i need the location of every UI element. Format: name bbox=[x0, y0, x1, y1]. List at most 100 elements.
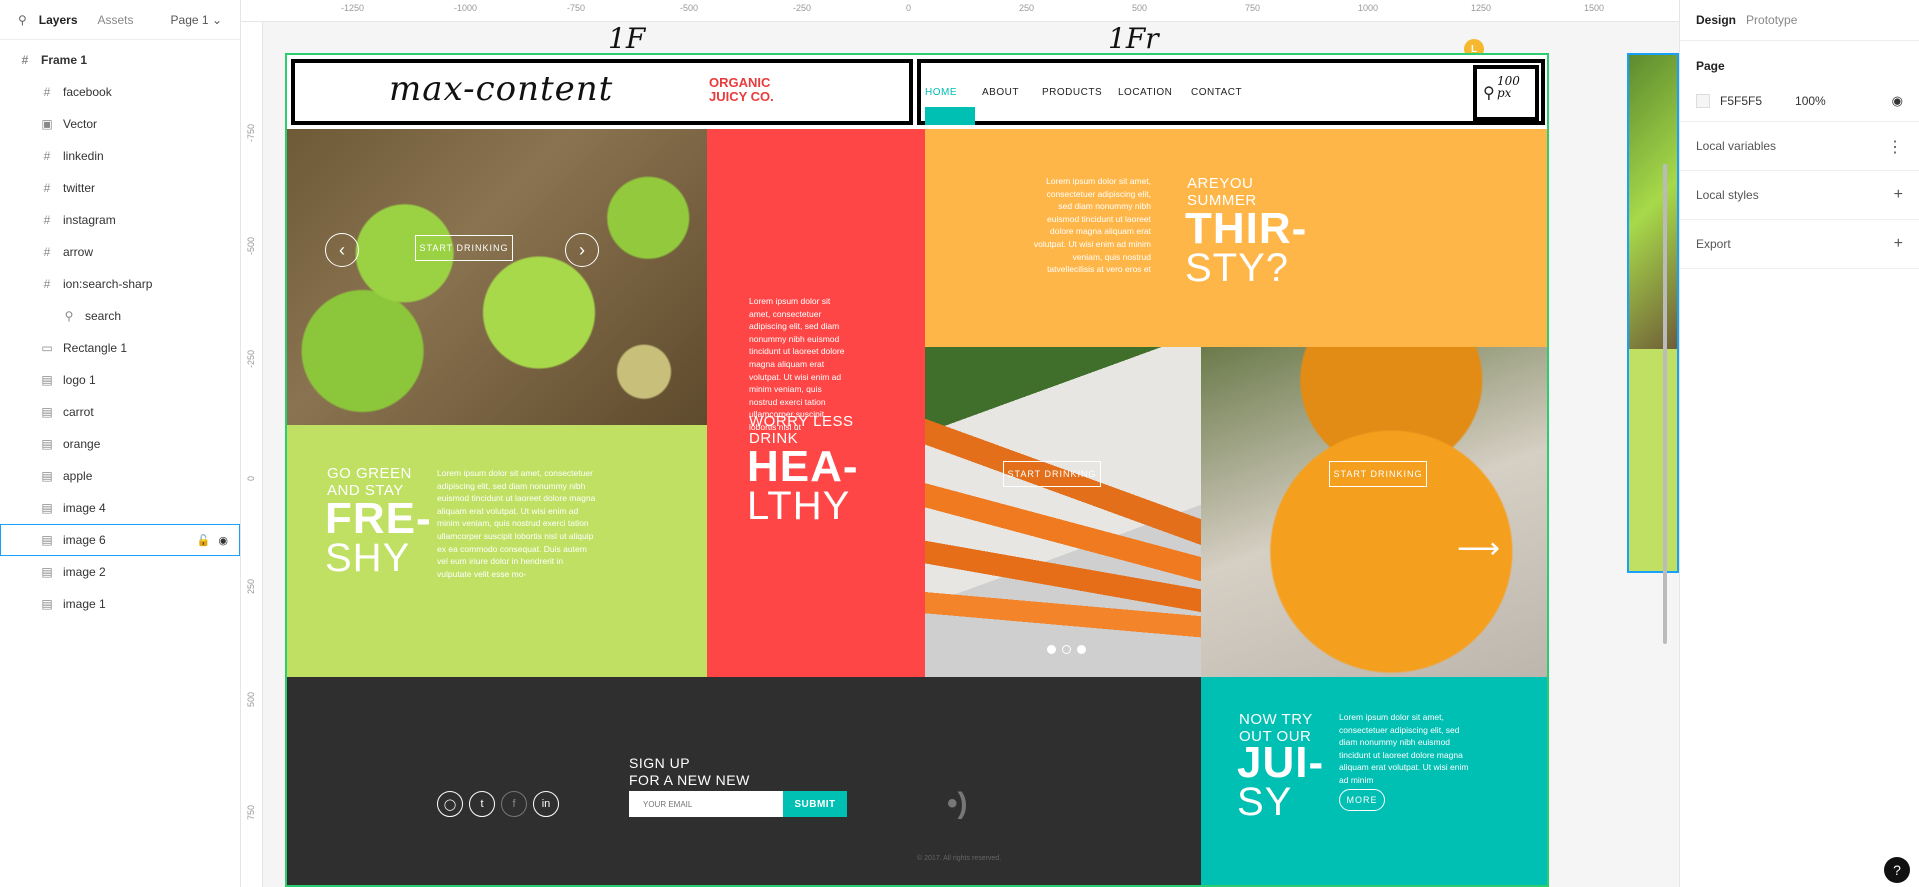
start-drinking-button-orange[interactable]: START DRINKING bbox=[1329, 461, 1427, 487]
prev-arrow-icon[interactable]: ‹ bbox=[325, 233, 359, 267]
ruler-tick: 1500 bbox=[1584, 3, 1605, 13]
layer-row[interactable]: ▤ image 2 bbox=[0, 556, 240, 588]
layer-row[interactable]: ▤ image 1 bbox=[0, 588, 240, 620]
layer-row[interactable]: # arrow bbox=[0, 236, 240, 268]
search-button[interactable]: ⚲ 100 px bbox=[1473, 65, 1539, 121]
right-panel-tabs: Design Prototype bbox=[1680, 0, 1919, 40]
nav-home[interactable]: HOME bbox=[925, 87, 957, 98]
more-button[interactable]: MORE bbox=[1339, 789, 1385, 811]
local-variables-title[interactable]: Local variables bbox=[1696, 122, 1903, 170]
ruler-tick: -250 bbox=[246, 349, 256, 368]
brand-line-2: JUICY CO. bbox=[709, 89, 774, 104]
healthy-heading-2: LTHY bbox=[747, 484, 851, 528]
next-arrow-icon[interactable]: › bbox=[565, 233, 599, 267]
ruler-tick: -750 bbox=[567, 3, 586, 13]
image-icon: ▤ bbox=[41, 405, 53, 419]
subhead-line-1: WORRY LESS bbox=[749, 413, 854, 430]
linkedin-icon[interactable]: in bbox=[533, 791, 559, 817]
column-annotation-1fr-left: 1F bbox=[608, 22, 646, 55]
layer-row[interactable]: # instagram bbox=[0, 204, 240, 236]
nav-about[interactable]: ABOUT bbox=[982, 87, 1019, 98]
slider-dot[interactable] bbox=[1047, 645, 1056, 654]
signup-heading: SIGN UP FOR A NEW NEW bbox=[629, 755, 750, 789]
eye-icon[interactable]: ◉ bbox=[218, 534, 228, 547]
layer-label: image 1 bbox=[63, 597, 106, 611]
page-color-row[interactable]: F5F5F5 100% ◉ bbox=[1696, 81, 1903, 121]
next-arrow-icon[interactable]: ⟶ bbox=[1457, 531, 1500, 566]
layer-row[interactable]: ▤ logo 1 bbox=[0, 364, 240, 396]
logo-box[interactable]: max-content ORGANIC JUICY CO. bbox=[291, 59, 913, 125]
export-section: Export + bbox=[1680, 219, 1919, 269]
juicy-tile: NOW TRY OUT OUR JUI- SY Lorem ipsum dolo… bbox=[1201, 677, 1547, 885]
layer-label: arrow bbox=[63, 245, 94, 259]
thirsty-heading-2: STY? bbox=[1185, 246, 1290, 290]
layer-row[interactable]: ⚲ search bbox=[0, 300, 240, 332]
facebook-icon[interactable]: f bbox=[501, 791, 527, 817]
instagram-icon[interactable]: ◯ bbox=[437, 791, 463, 817]
add-style-icon[interactable]: + bbox=[1894, 186, 1903, 204]
ruler-tick: 250 bbox=[1019, 3, 1035, 13]
tab-layers[interactable]: Layers bbox=[39, 13, 78, 27]
image-icon: ▤ bbox=[41, 597, 53, 611]
color-swatch[interactable] bbox=[1696, 94, 1710, 108]
slider-dot[interactable] bbox=[1077, 645, 1086, 654]
page-selector-label: Page 1 bbox=[170, 12, 209, 27]
layer-row[interactable]: # Frame 1 bbox=[0, 44, 240, 76]
brand-logo[interactable]: ORGANIC JUICY CO. bbox=[709, 76, 774, 104]
tab-prototype[interactable]: Prototype bbox=[1746, 13, 1797, 27]
layer-row[interactable]: ▤ orange bbox=[0, 428, 240, 460]
layer-label: Frame 1 bbox=[41, 53, 88, 67]
layer-list: # Frame 1 # facebook ▣ Vector # linkedin # twitte… bbox=[0, 40, 240, 620]
layer-row[interactable]: # twitter bbox=[0, 172, 240, 204]
layer-row[interactable]: # facebook bbox=[0, 76, 240, 108]
nav-location[interactable]: LOCATION bbox=[1118, 87, 1172, 98]
submit-button[interactable]: SUBMIT bbox=[783, 791, 847, 817]
unlock-icon[interactable]: 🔓 bbox=[197, 534, 211, 547]
layer-row[interactable]: ▤ image 6 🔓 ◉ bbox=[0, 524, 240, 556]
frame-icon: # bbox=[21, 53, 29, 67]
freshy-heading-2: SHY bbox=[325, 536, 411, 580]
local-styles-title[interactable]: Local styles bbox=[1696, 171, 1903, 219]
layer-label: search bbox=[85, 309, 122, 323]
page-selector[interactable]: Page 1 ⌄ bbox=[171, 13, 222, 27]
scrollbar[interactable] bbox=[1663, 164, 1667, 644]
layers-search-icon[interactable]: ⚲ bbox=[18, 13, 27, 27]
layer-label: twitter bbox=[63, 181, 96, 195]
layer-row[interactable]: ▤ image 4 bbox=[0, 492, 240, 524]
add-export-icon[interactable]: + bbox=[1894, 235, 1903, 253]
layer-row[interactable]: # ion:search-sharp bbox=[0, 268, 240, 300]
start-drinking-button-carrot[interactable]: START DRINKING bbox=[1003, 461, 1101, 487]
orange-image: START DRINKING ⟶ bbox=[1201, 347, 1547, 677]
eye-icon[interactable]: ◉ bbox=[1892, 93, 1903, 109]
slider-dot[interactable] bbox=[1062, 645, 1071, 654]
canvas[interactable]: 1F 1Fr L max-content ORGANIC JUICY CO. H… bbox=[263, 22, 1679, 887]
tab-design[interactable]: Design bbox=[1696, 13, 1736, 27]
image-icon: ▤ bbox=[41, 565, 53, 579]
layer-row[interactable]: ▤ apple bbox=[0, 460, 240, 492]
layer-row[interactable]: ▣ Vector bbox=[0, 108, 240, 140]
subhead-line-1: NOW TRY bbox=[1239, 711, 1313, 728]
layer-row[interactable]: ▤ carrot bbox=[0, 396, 240, 428]
start-drinking-button-apple[interactable]: START DRINKING bbox=[415, 235, 513, 261]
layer-row[interactable]: ▭ Rectangle 1 bbox=[0, 332, 240, 364]
help-button[interactable]: ? bbox=[1884, 857, 1910, 883]
page-color-value[interactable]: F5F5F5 bbox=[1720, 94, 1762, 108]
subhead-line-1: AREYOU bbox=[1187, 175, 1254, 192]
variables-settings-icon[interactable]: ⋮ bbox=[1887, 137, 1903, 157]
layer-row[interactable]: # linkedin bbox=[0, 140, 240, 172]
frame-1[interactable]: max-content ORGANIC JUICY CO. HOME ABOUT… bbox=[285, 53, 1549, 887]
layer-label: carrot bbox=[63, 405, 94, 419]
tab-assets[interactable]: Assets bbox=[98, 13, 134, 27]
signup-line-2: FOR A NEW NEW bbox=[629, 772, 750, 788]
layer-actions: 🔓 ◉ bbox=[197, 534, 228, 547]
email-field[interactable] bbox=[629, 791, 783, 817]
chevron-down-icon: ⌄ bbox=[211, 12, 222, 27]
nav-contact[interactable]: CONTACT bbox=[1191, 87, 1242, 98]
page-opacity-value[interactable]: 100% bbox=[1795, 94, 1826, 108]
brand-line-1: ORGANIC bbox=[709, 75, 771, 90]
ruler-tick: 0 bbox=[246, 475, 256, 481]
export-title[interactable]: Export bbox=[1696, 220, 1903, 268]
frame-preview[interactable] bbox=[1627, 53, 1679, 573]
twitter-icon[interactable]: t bbox=[469, 791, 495, 817]
nav-products[interactable]: PRODUCTS bbox=[1042, 87, 1102, 98]
